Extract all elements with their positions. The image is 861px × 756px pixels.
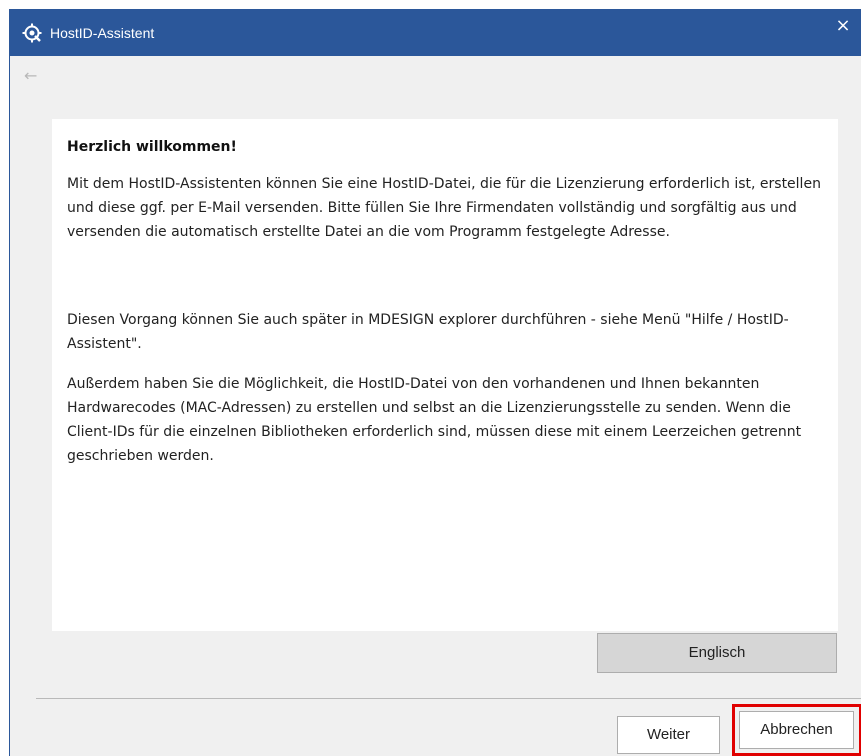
- dialog-window: HostID-Assistent × ← Herzlich willkommen…: [9, 9, 861, 756]
- app-icon: [22, 23, 42, 43]
- hardware-code-paragraph: Außerdem haben Sie die Möglichkeit, die …: [67, 376, 802, 464]
- title-bar[interactable]: HostID-Assistent ×: [10, 9, 861, 56]
- window-title: HostID-Assistent: [50, 25, 155, 41]
- cancel-button[interactable]: Abbrechen: [739, 711, 854, 749]
- footer-divider: [36, 698, 861, 699]
- welcome-heading: Herzlich willkommen!: [67, 139, 237, 155]
- intro-paragraph: Mit dem HostID-Assistenten können Sie ei…: [67, 176, 821, 240]
- close-button[interactable]: ×: [829, 13, 857, 39]
- back-arrow-icon[interactable]: ←: [24, 66, 37, 85]
- next-button[interactable]: Weiter: [617, 716, 720, 754]
- navigation-bar: ←: [10, 56, 861, 98]
- language-english-button[interactable]: Englisch: [597, 633, 837, 673]
- menu-hint-paragraph: Diesen Vorgang können Sie auch später in…: [67, 312, 789, 352]
- welcome-panel: Herzlich willkommen! Mit dem HostID-Assi…: [52, 119, 838, 631]
